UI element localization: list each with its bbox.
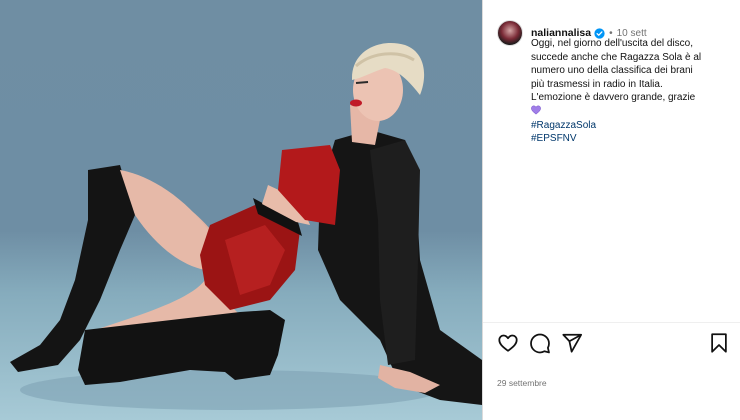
comment-icon[interactable]: [529, 332, 551, 354]
caption: Oggi, nel giorno dell'uscita del disco, …: [531, 37, 731, 146]
purple-heart-icon: [531, 105, 541, 115]
share-icon[interactable]: [561, 332, 583, 354]
photo-illustration: [10, 43, 482, 410]
post-date: 29 settembre: [497, 378, 547, 388]
caption-line: L'emozione è davvero grande, grazie: [531, 92, 696, 104]
caption-line: numero uno della classifica dei brani: [531, 65, 693, 77]
caption-line: Oggi, nel giorno dell'uscita del disco,: [531, 38, 694, 49]
action-bar: [497, 332, 730, 354]
hashtag-link[interactable]: #RagazzaSola: [531, 119, 731, 133]
post-sidebar: naliannalisa • 10 sett Oggi, nel giorno …: [482, 0, 740, 420]
instagram-post: naliannalisa • 10 sett Oggi, nel giorno …: [0, 0, 740, 420]
divider: [483, 322, 740, 323]
caption-line: succede anche che Ragazza Sola è al: [531, 51, 702, 63]
hashtag-link[interactable]: #EPSFNV: [531, 132, 731, 146]
caption-line: più trasmessi in radio in Italia.: [531, 78, 663, 90]
avatar[interactable]: [497, 20, 523, 46]
heart-icon[interactable]: [497, 332, 519, 354]
bookmark-icon[interactable]: [708, 332, 730, 354]
post-photo[interactable]: [0, 0, 482, 420]
caption-emoji-line: [531, 105, 731, 119]
